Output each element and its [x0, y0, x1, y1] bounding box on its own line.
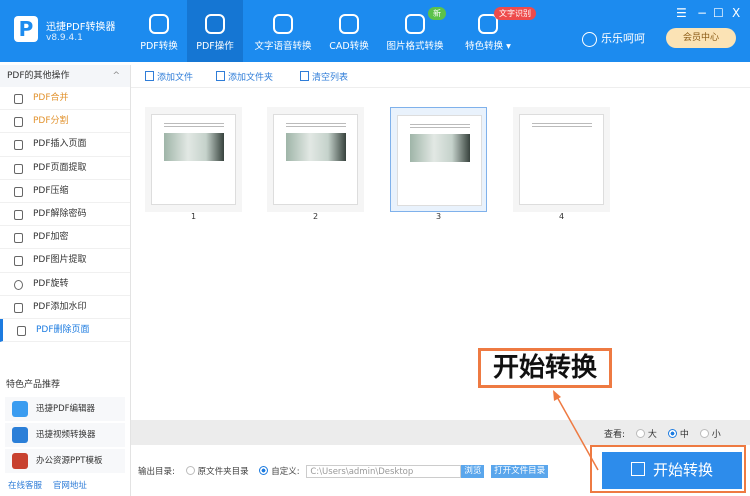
annotation-callout: 开始转换 [478, 348, 612, 388]
annotation-arrow [553, 390, 599, 471]
